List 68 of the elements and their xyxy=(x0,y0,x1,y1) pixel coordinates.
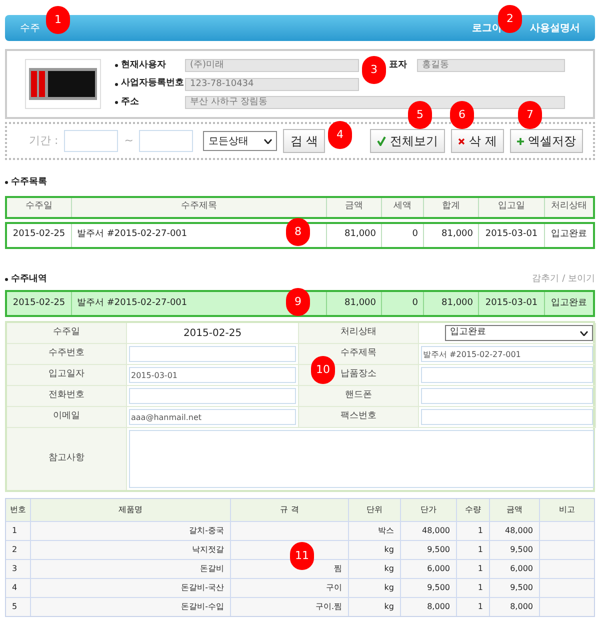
range-separator: ~ xyxy=(124,132,134,149)
column-header: 금액 xyxy=(327,198,382,216)
table-cell: 2015-02-25 xyxy=(7,292,72,315)
table-cell: 5 xyxy=(6,598,31,616)
column-header: 비고 xyxy=(558,504,576,516)
column-header: 수주제목 xyxy=(72,198,327,216)
table-cell: 8,000 xyxy=(490,598,540,616)
table-cell: kg xyxy=(349,598,401,616)
period-label: 기간 : xyxy=(29,132,58,149)
field-label: 표자 xyxy=(389,58,407,72)
status-dropdown[interactable]: 입고완료 xyxy=(445,325,593,341)
column-header: 처리상태 xyxy=(550,200,588,214)
plain-button[interactable]: 검 색 xyxy=(283,129,326,153)
step-marker: 3 xyxy=(362,56,386,84)
text-field[interactable]: aaa@hanmail.net xyxy=(129,409,296,425)
step-marker: 2 xyxy=(498,5,522,33)
delete-button[interactable]: 삭 제 xyxy=(451,129,504,153)
section-title: 수주내역 xyxy=(11,272,47,286)
table-cell: 81,000 xyxy=(327,224,382,246)
field-label: 사업자등록번호 xyxy=(121,77,184,90)
form-value: 2015-02-25 xyxy=(182,326,243,340)
table-cell: 1 xyxy=(457,598,490,616)
field-label: 주소 xyxy=(121,96,139,109)
table-cell: 0 xyxy=(382,224,424,246)
table-cell: 81,000 xyxy=(327,292,382,315)
form-label: 입고일자 xyxy=(7,365,127,386)
column-header: 입고일 xyxy=(479,198,545,216)
field-value: 홍길동 xyxy=(417,59,565,72)
form-label: 핸드폰 xyxy=(299,386,419,407)
form-label: 이메일 xyxy=(7,407,127,428)
text-field[interactable]: 발주서 #2015-02-27-001 xyxy=(421,346,593,362)
form-label: 전화번호 xyxy=(7,386,127,407)
step-marker: 6 xyxy=(450,101,474,129)
form-label: 수주번호 xyxy=(7,344,127,365)
form-label: 처리상태 xyxy=(299,323,419,344)
table-cell: 2015-03-01 xyxy=(479,292,545,315)
step-marker: 5 xyxy=(408,101,432,129)
field-label: 현재사용자 xyxy=(121,58,166,72)
field-value: 부산 사하구 장림동 xyxy=(185,96,565,109)
table-cell-text: 입고완료 xyxy=(550,296,588,310)
form-label: 팩스번호 xyxy=(299,407,419,428)
step-marker: 7 xyxy=(518,101,542,129)
column-header: 수주일 xyxy=(7,198,72,216)
form-label: 참고사항 xyxy=(7,428,127,490)
check-button[interactable]: 전체보기 xyxy=(370,129,446,153)
section-title: 수주목록 xyxy=(11,176,47,189)
table-cell: 8,000 xyxy=(401,598,457,616)
field-value: (주)미래 xyxy=(185,59,359,72)
page-title: 수주 xyxy=(20,22,40,36)
field-value: 123-78-10434 xyxy=(185,78,359,90)
form-label: 수주일 xyxy=(7,323,127,344)
column-header: 세액 xyxy=(382,198,424,216)
table-cell: 돈갈비-수입 xyxy=(31,598,231,616)
table-cell: 2015-02-25 xyxy=(7,224,72,246)
step-marker: 8 xyxy=(286,218,310,246)
form-label: 수주제목 xyxy=(299,344,419,365)
column-header: 합계 xyxy=(424,198,479,216)
table-cell: 81,000 xyxy=(424,224,479,246)
add-button[interactable]: 엑셀저장 xyxy=(510,129,583,153)
table-cell-text: 입고완료 xyxy=(550,228,588,242)
step-marker: 4 xyxy=(328,121,352,149)
table-cell: 0 xyxy=(382,292,424,315)
table-cell: 구이.찜 xyxy=(231,598,349,616)
table-cell: 2015-03-01 xyxy=(479,224,545,246)
status-dropdown[interactable]: 모든상태 xyxy=(203,131,278,151)
text-field[interactable]: 2015-03-01 xyxy=(129,367,296,383)
step-marker: 1 xyxy=(46,6,70,34)
table-cell: 81,000 xyxy=(424,292,479,315)
